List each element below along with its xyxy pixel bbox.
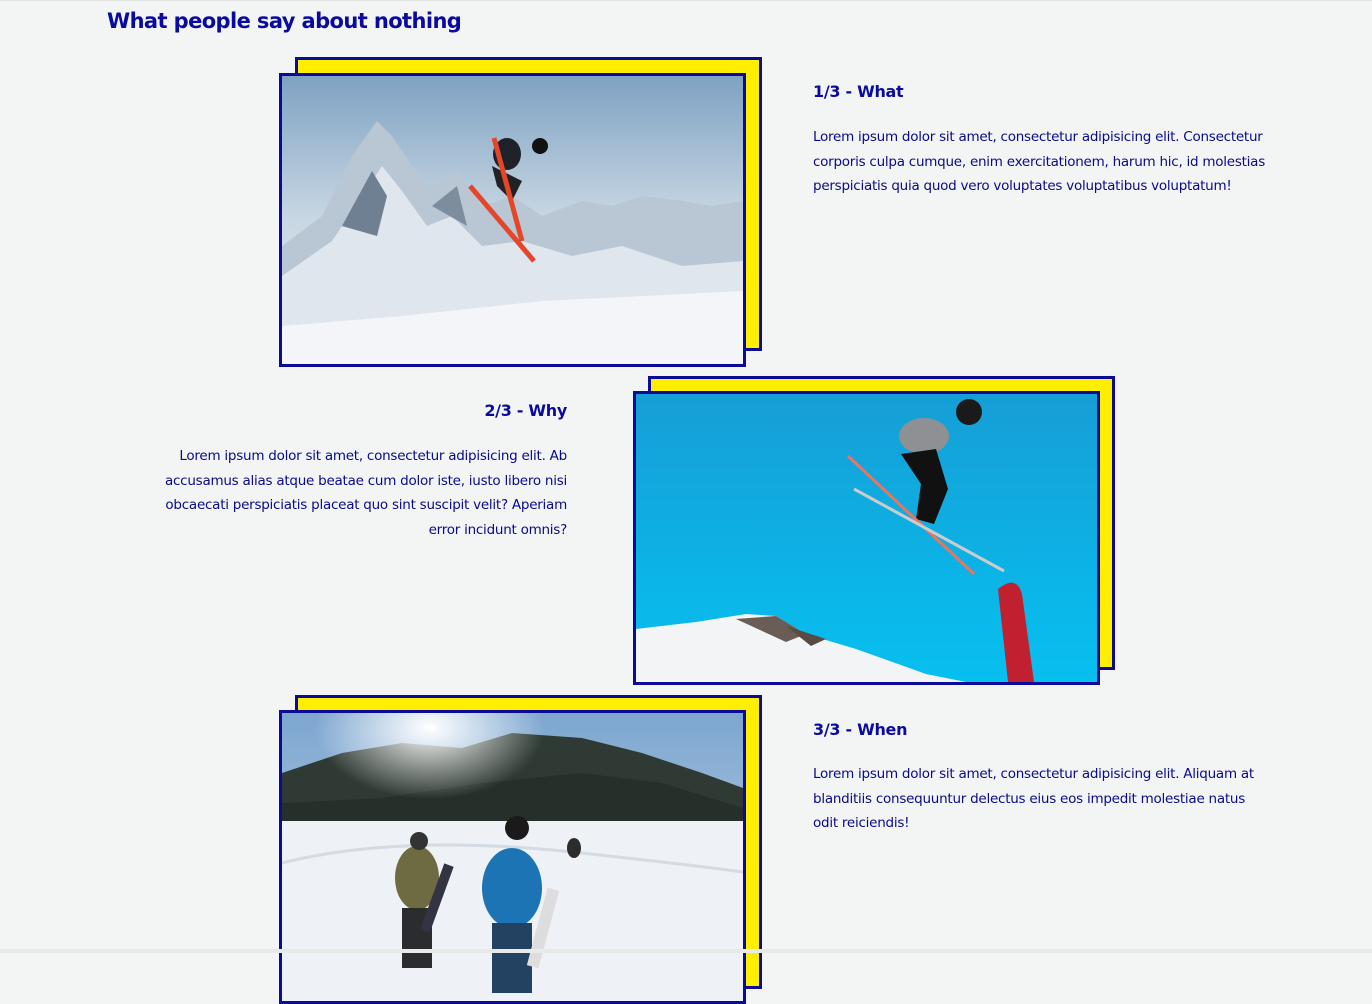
skier-blue-sky-photo — [633, 391, 1100, 685]
testimonial-heading-2: 2/3 - Why — [484, 401, 567, 420]
testimonial-heading-3: 3/3 - When — [813, 720, 908, 739]
testimonial-text-3: Lorem ipsum dolor sit amet, consectetur … — [813, 766, 1254, 831]
testimonial-heading-1: 1/3 - What — [813, 82, 904, 101]
top-divider — [0, 0, 1372, 1]
section-title: What people say about nothing — [107, 9, 462, 33]
bottom-divider — [0, 949, 1372, 953]
skier-mountain-photo — [279, 73, 746, 367]
testimonial-text-1: Lorem ipsum dolor sit amet, consectetur … — [813, 129, 1265, 194]
testimonial-text-2: Lorem ipsum dolor sit amet, consectetur … — [164, 448, 567, 538]
snowboarders-slope-photo — [279, 710, 746, 1004]
